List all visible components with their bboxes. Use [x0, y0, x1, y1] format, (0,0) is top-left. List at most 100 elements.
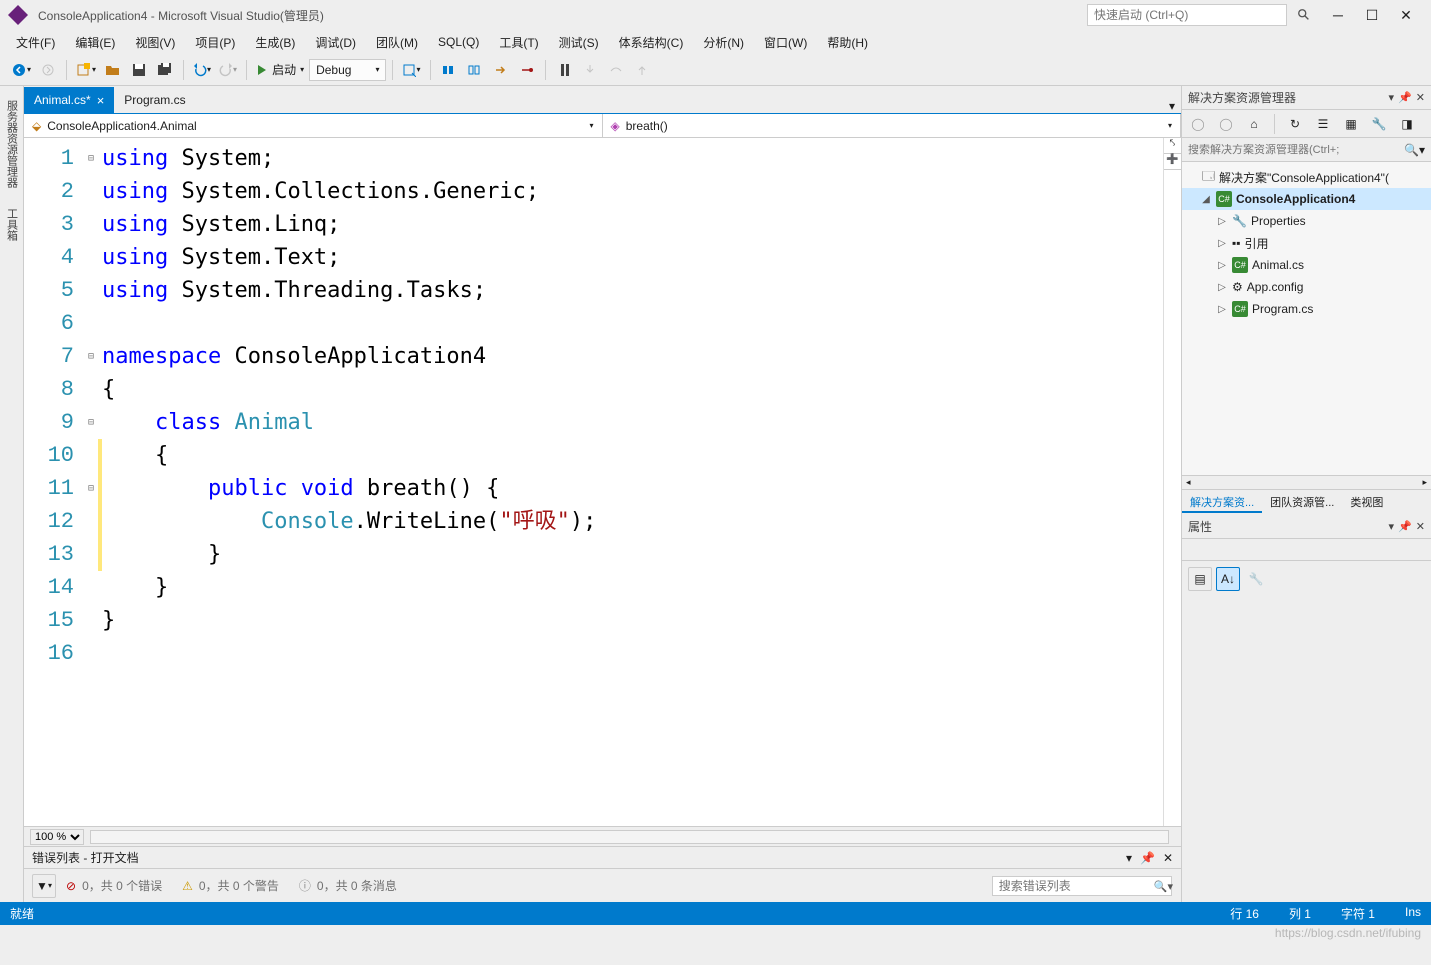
close-tab-icon[interactable]: ×	[97, 93, 105, 108]
sol-back-icon[interactable]: ◯	[1186, 112, 1210, 136]
step-out-button[interactable]	[630, 58, 654, 82]
uncomment-button[interactable]	[463, 58, 487, 82]
undo-button[interactable]: ▾	[190, 58, 214, 82]
menu-item-1[interactable]: 编辑(E)	[67, 31, 123, 54]
server-explorer-tab[interactable]: 服务器资源管理器	[2, 94, 22, 194]
menu-item-2[interactable]: 视图(V)	[127, 31, 183, 54]
properties-toolbar: ▤ A↓ 🔧	[1182, 561, 1431, 597]
sol-fwd-icon[interactable]: ◯	[1214, 112, 1238, 136]
redo-button[interactable]: ▾	[216, 58, 240, 82]
nav-back-button[interactable]: ▾	[8, 58, 34, 82]
properties-grid[interactable]	[1182, 597, 1431, 902]
search-icon[interactable]: 🔍▾	[1404, 143, 1425, 157]
message-count[interactable]: ⓘ0，共 0 条消息	[289, 877, 407, 894]
menu-item-13[interactable]: 帮助(H)	[819, 31, 876, 54]
sol-properties-icon[interactable]: 🔧	[1367, 112, 1391, 136]
config-dropdown[interactable]: Debug▾	[309, 59, 386, 81]
nav-scope-dropdown[interactable]: ⬙ConsoleApplication4.Animal▾	[24, 114, 603, 137]
prop-pages-icon[interactable]: 🔧	[1244, 567, 1268, 591]
solution-tab[interactable]: 团队资源管...	[1262, 490, 1342, 513]
line-number-gutter: 12345678910111213141516	[24, 138, 84, 826]
pin-icon[interactable]: 📌	[1398, 91, 1412, 104]
error-list-title: 错误列表 - 打开文档	[32, 849, 139, 866]
search-icon[interactable]	[1287, 2, 1321, 28]
step2-button[interactable]	[489, 58, 513, 82]
solution-explorer-header: 解决方案资源管理器 ▾ 📌 ✕	[1182, 86, 1431, 110]
panel-dropdown-icon[interactable]: ▾	[1126, 851, 1132, 865]
panel-close-icon[interactable]: ✕	[1416, 91, 1425, 104]
error-count[interactable]: ⊘0，共 0 个错误	[56, 877, 172, 894]
menu-item-12[interactable]: 窗口(W)	[756, 31, 815, 54]
panel-dropdown-icon[interactable]: ▾	[1389, 91, 1395, 104]
document-tab[interactable]: Program.cs	[114, 87, 195, 113]
find-button[interactable]: ▾	[399, 58, 423, 82]
tree-item[interactable]: ▷⚙App.config	[1182, 276, 1431, 298]
menu-item-10[interactable]: 体系结构(C)	[611, 31, 692, 54]
filter-button[interactable]: ▼▾	[32, 874, 56, 898]
pin-icon[interactable]: 📌	[1398, 520, 1412, 533]
new-project-button[interactable]: ▾	[73, 58, 99, 82]
menu-item-8[interactable]: 工具(T)	[491, 31, 546, 54]
save-all-button[interactable]	[153, 58, 177, 82]
error-list-header: 错误列表 - 打开文档 ▾ 📌 ✕	[24, 846, 1181, 868]
solution-tab[interactable]: 解决方案资...	[1182, 490, 1262, 513]
sol-home-icon[interactable]: ⌂	[1242, 112, 1266, 136]
comment-button[interactable]	[437, 58, 461, 82]
menu-item-4[interactable]: 生成(B)	[247, 31, 303, 54]
solution-tab[interactable]: 类视图	[1342, 490, 1391, 513]
step3-button[interactable]	[515, 58, 539, 82]
close-button[interactable]: ✕	[1389, 2, 1423, 28]
menu-item-11[interactable]: 分析(N)	[695, 31, 752, 54]
panel-close-icon[interactable]: ✕	[1163, 851, 1173, 865]
properties-selector[interactable]	[1182, 539, 1431, 561]
tree-item[interactable]: ▷▪▪引用	[1182, 232, 1431, 254]
sol-showall-icon[interactable]: ▦	[1339, 112, 1363, 136]
vs-logo-icon	[8, 5, 28, 25]
prop-categorized-icon[interactable]: ▤	[1188, 567, 1212, 591]
nav-member-dropdown[interactable]: ◈breath()▾	[603, 114, 1182, 137]
panel-dropdown-icon[interactable]: ▾	[1389, 520, 1395, 533]
menu-item-0[interactable]: 文件(F)	[8, 31, 63, 54]
menu-item-9[interactable]: 测试(S)	[551, 31, 607, 54]
tab-overflow-button[interactable]: ▾	[1163, 99, 1181, 113]
tree-item[interactable]: ▷C#Program.cs	[1182, 298, 1431, 320]
code-editor[interactable]: 12345678910111213141516 ⊟⊟⊟⊟ using Syste…	[24, 138, 1181, 826]
tree-item[interactable]: ▷🔧Properties	[1182, 210, 1431, 232]
menu-item-6[interactable]: 团队(M)	[368, 31, 426, 54]
sol-refresh-icon[interactable]: ↻	[1283, 112, 1307, 136]
quick-launch-input[interactable]	[1087, 4, 1287, 26]
step-over-button[interactable]	[604, 58, 628, 82]
solution-tree[interactable]: 🗔解决方案"ConsoleApplication4"( ◢C#ConsoleAp…	[1182, 162, 1431, 475]
solution-hscroll[interactable]: ◂▸	[1182, 475, 1431, 489]
open-button[interactable]	[101, 58, 125, 82]
tree-solution-root[interactable]: 🗔解决方案"ConsoleApplication4"(	[1182, 166, 1431, 188]
maximize-button[interactable]: ☐	[1355, 2, 1389, 28]
solution-search-input[interactable]	[1188, 144, 1404, 156]
sol-preview-icon[interactable]: ◨	[1395, 112, 1419, 136]
breakpoint-button[interactable]	[552, 58, 576, 82]
fold-gutter[interactable]: ⊟⊟⊟⊟	[84, 138, 98, 826]
warning-count[interactable]: ⚠0，共 0 个警告	[172, 877, 289, 894]
panel-close-icon[interactable]: ✕	[1416, 520, 1425, 533]
toolbox-tab[interactable]: 工具箱	[2, 202, 22, 247]
start-button[interactable]: 启动▾	[253, 58, 307, 82]
save-button[interactable]	[127, 58, 151, 82]
tree-item[interactable]: ▷C#Animal.cs	[1182, 254, 1431, 276]
error-search-input[interactable]	[992, 876, 1172, 896]
document-tab[interactable]: Animal.cs*×	[24, 87, 114, 113]
vertical-scrollbar[interactable]: ⤣ ➕	[1163, 138, 1181, 826]
nav-forward-button[interactable]	[36, 58, 60, 82]
sol-collapse-icon[interactable]: ☰	[1311, 112, 1335, 136]
menu-item-7[interactable]: SQL(Q)	[430, 32, 487, 52]
code-text[interactable]: using System;using System.Collections.Ge…	[102, 138, 1163, 826]
tree-item[interactable]: ◢C#ConsoleApplication4	[1182, 188, 1431, 210]
menu-item-5[interactable]: 调试(D)	[307, 31, 364, 54]
status-char: 字符 1	[1341, 905, 1375, 922]
menu-item-3[interactable]: 项目(P)	[187, 31, 243, 54]
prop-alpha-icon[interactable]: A↓	[1216, 567, 1240, 591]
minimize-button[interactable]: ─	[1321, 2, 1355, 28]
horizontal-scrollbar[interactable]	[90, 830, 1169, 844]
step-into-button[interactable]	[578, 58, 602, 82]
pin-icon[interactable]: 📌	[1140, 851, 1155, 865]
zoom-dropdown[interactable]: 100 %	[30, 829, 84, 845]
